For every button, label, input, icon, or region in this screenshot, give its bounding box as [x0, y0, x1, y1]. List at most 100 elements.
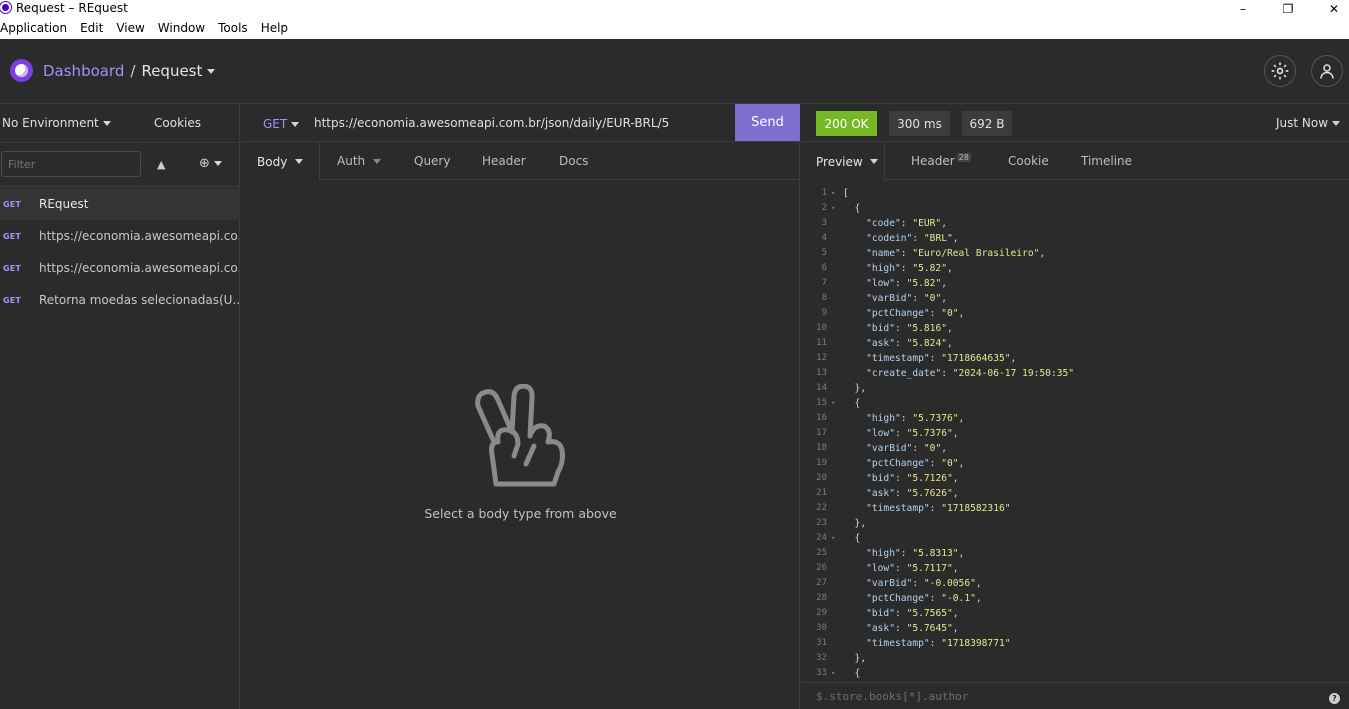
tab-body[interactable]: Body [241, 142, 320, 181]
list-item[interactable]: GET https://economia.awesomeapi.co... [0, 220, 240, 252]
breadcrumb-dashboard[interactable]: Dashboard [43, 61, 124, 81]
environment-selector[interactable]: No Environment [2, 116, 111, 130]
line-number: 31 [816, 638, 827, 648]
chevron-down-icon [1331, 121, 1340, 126]
code-line: 30 "ask": "5.7645", [801, 621, 1349, 636]
tab-body-label: Body [257, 154, 288, 169]
request-method: GET [3, 231, 22, 241]
close-button[interactable]: ✕ [1311, 0, 1349, 17]
line-number: 21 [816, 488, 827, 498]
breadcrumb-separator: / [130, 62, 136, 80]
line-number: 25 [816, 548, 827, 558]
response-filter-input[interactable]: $.store.books[*].author [816, 690, 968, 703]
minimize-button[interactable]: – [1220, 0, 1266, 17]
filter-row: ▲ ⊕ [0, 142, 240, 187]
menu-window[interactable]: Window [158, 21, 205, 35]
response-filter-bar: $.store.books[*].author ? [801, 682, 1349, 709]
menu-tools[interactable]: Tools [218, 21, 248, 35]
code-text: { [843, 533, 861, 544]
size-badge: 692 B [962, 111, 1012, 136]
chevron-down-icon [207, 69, 216, 74]
cookies-button[interactable]: Cookies [154, 116, 201, 130]
code-text: "ask": "5.824", [866, 338, 953, 349]
settings-button[interactable] [1264, 55, 1296, 87]
code-line: 11 "ask": "5.824", [801, 336, 1349, 351]
tab-response-header[interactable]: Header 28 [911, 142, 971, 180]
tab-cookie[interactable]: Cookie [1008, 142, 1049, 180]
breadcrumb-current[interactable]: Request [141, 61, 216, 81]
request-method: GET [3, 263, 22, 273]
code-text: }, [843, 653, 867, 664]
code-text: "pctChange": "0", [866, 308, 965, 319]
help-icon[interactable]: ? [1329, 693, 1340, 704]
url-input[interactable]: https://economia.awesomeapi.com.br/json/… [314, 116, 669, 130]
history-dropdown[interactable]: Just Now [1276, 116, 1340, 130]
list-item[interactable]: GET https://economia.awesomeapi.co... [0, 252, 240, 284]
code-line: 32 }, [801, 651, 1349, 666]
fold-toggle-icon[interactable]: ▾ [831, 201, 835, 216]
add-item-button[interactable]: ⊕ [199, 156, 223, 171]
line-number: 3 [821, 218, 827, 228]
app-logo-icon [0, 2, 11, 13]
tab-timeline[interactable]: Timeline [1081, 142, 1132, 180]
menu-help[interactable]: Help [261, 21, 288, 35]
code-line: 28 "pctChange": "-0.1", [801, 591, 1349, 606]
list-item[interactable]: GET Retorna moedas selecionadas(U... [0, 284, 240, 316]
line-number: 20 [816, 473, 827, 483]
list-item[interactable]: GET REquest [0, 188, 240, 220]
line-number: 24 [816, 533, 827, 543]
response-preview[interactable]: 1 ▾[2 ▾ {3 "code": "EUR", 4 "codein": "BRL"… [801, 186, 1349, 681]
history-label: Just Now [1276, 116, 1329, 130]
line-number: 10 [816, 323, 827, 333]
fold-toggle-icon[interactable]: ▾ [831, 531, 835, 546]
environment-label: No Environment [2, 116, 99, 130]
method-selector[interactable]: GET [263, 117, 300, 131]
tab-query[interactable]: Query [414, 142, 450, 180]
code-text: "create_date": "2024-06-17 19:50:35" [866, 368, 1075, 379]
fold-toggle-icon[interactable]: ▾ [831, 186, 835, 201]
tab-response-header-label: Header [911, 154, 955, 168]
user-icon [1320, 64, 1334, 79]
tab-docs[interactable]: Docs [559, 142, 588, 180]
menu-application[interactable]: Application [0, 21, 67, 35]
sort-icon[interactable]: ▲ [157, 158, 165, 171]
tab-preview[interactable]: Preview [801, 142, 885, 181]
code-line: 13 "create_date": "2024-06-17 19:50:35" [801, 366, 1349, 381]
chevron-down-icon [102, 121, 111, 126]
time-badge: 300 ms [889, 111, 950, 136]
line-number: 19 [816, 458, 827, 468]
tab-preview-label: Preview [816, 154, 863, 169]
code-line: 26 "low": "5.7117", [801, 561, 1349, 576]
insomnia-logo-icon [10, 59, 33, 82]
chevron-down-icon [372, 158, 381, 164]
code-text: "ask": "5.7645", [866, 623, 959, 634]
code-line: 27 "varBid": "-0.0056", [801, 576, 1349, 591]
account-button[interactable] [1311, 55, 1343, 87]
menu-view[interactable]: View [116, 21, 144, 35]
response-tabs: Preview Header 28 Cookie Timeline [801, 142, 1349, 181]
code-line: 16 "high": "5.7376", [801, 411, 1349, 426]
line-number: 11 [816, 338, 827, 348]
code-line: 2 ▾ { [801, 201, 1349, 216]
filter-input[interactable] [1, 151, 141, 177]
tab-auth-label: Auth [337, 154, 366, 168]
code-text: "high": "5.8313", [866, 548, 965, 559]
code-line: 6 "high": "5.82", [801, 261, 1349, 276]
line-number: 7 [821, 278, 827, 288]
code-text: "high": "5.82", [866, 263, 953, 274]
fold-toggle-icon[interactable]: ▾ [831, 396, 835, 411]
send-button[interactable]: Send [735, 104, 800, 141]
fold-toggle-icon[interactable]: ▾ [831, 666, 835, 681]
request-name: https://economia.awesomeapi.co... [39, 261, 239, 275]
tab-auth[interactable]: Auth [337, 142, 381, 180]
environment-row: No Environment Cookies [0, 104, 240, 142]
menu-edit[interactable]: Edit [80, 21, 103, 35]
chevron-down-icon [870, 159, 879, 164]
code-text: "varBid": "-0.0056", [866, 578, 982, 589]
code-line: 19 "pctChange": "0", [801, 456, 1349, 471]
request-list: GET REquest GET https://economia.awesome… [0, 188, 240, 316]
tab-header[interactable]: Header [482, 142, 526, 180]
maximize-button[interactable]: ❐ [1265, 0, 1311, 17]
code-text: "high": "5.7376", [866, 413, 965, 424]
empty-body-message: Select a body type from above [424, 506, 617, 521]
